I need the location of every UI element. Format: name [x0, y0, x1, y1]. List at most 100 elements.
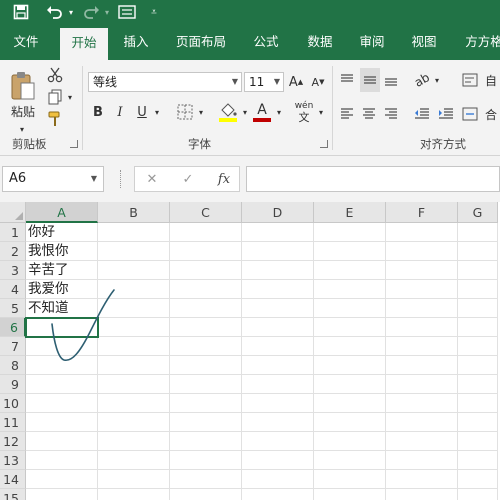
tab-home[interactable]: 开始	[60, 28, 108, 60]
cell-a7[interactable]	[26, 337, 98, 356]
cell-c4[interactable]	[170, 280, 242, 299]
tab-file[interactable]: 文件	[4, 24, 48, 60]
tab-view[interactable]: 视图	[402, 24, 446, 60]
column-header-c[interactable]: C	[170, 202, 242, 223]
tab-insert[interactable]: 插入	[114, 24, 158, 60]
cell-g7[interactable]	[458, 337, 498, 356]
row-header-3[interactable]: 3	[0, 261, 26, 280]
cell-c14[interactable]	[170, 470, 242, 489]
decrease-font-size-icon[interactable]: A ▼	[310, 72, 326, 92]
cell-b8[interactable]	[98, 356, 170, 375]
cell-e1[interactable]	[314, 223, 386, 242]
row-header-12[interactable]: 12	[0, 432, 26, 451]
fill-color-icon[interactable]	[218, 100, 238, 124]
cell-a2[interactable]: 我恨你	[26, 242, 98, 261]
cell-d4[interactable]	[242, 280, 314, 299]
row-header-14[interactable]: 14	[0, 470, 26, 489]
font-color-icon[interactable]: A	[252, 100, 272, 124]
row-header-5[interactable]: 5	[0, 299, 26, 318]
cell-c10[interactable]	[170, 394, 242, 413]
copy-dropdown-icon[interactable]: ▾	[66, 92, 74, 102]
cell-d2[interactable]	[242, 242, 314, 261]
align-top-icon[interactable]	[338, 70, 356, 90]
cell-g10[interactable]	[458, 394, 498, 413]
row-header-7[interactable]: 7	[0, 337, 26, 356]
phonetic-dropdown-icon[interactable]: ▾	[316, 102, 326, 122]
cell-a15[interactable]	[26, 489, 98, 500]
cell-d11[interactable]	[242, 413, 314, 432]
italic-icon[interactable]: I	[112, 102, 128, 122]
cell-f14[interactable]	[386, 470, 458, 489]
cell-g15[interactable]	[458, 489, 498, 500]
underline-icon[interactable]: U	[134, 102, 150, 122]
cell-a10[interactable]	[26, 394, 98, 413]
cell-a11[interactable]	[26, 413, 98, 432]
cell-c2[interactable]	[170, 242, 242, 261]
undo-icon[interactable]	[44, 2, 66, 22]
cell-e15[interactable]	[314, 489, 386, 500]
decrease-indent-icon[interactable]	[412, 104, 432, 124]
row-header-13[interactable]: 13	[0, 451, 26, 470]
cell-e9[interactable]	[314, 375, 386, 394]
cell-f5[interactable]	[386, 299, 458, 318]
cell-d13[interactable]	[242, 451, 314, 470]
cell-c13[interactable]	[170, 451, 242, 470]
cell-a5[interactable]: 不知道	[26, 299, 98, 318]
cell-b15[interactable]	[98, 489, 170, 500]
underline-dropdown-icon[interactable]: ▾	[152, 102, 162, 122]
cell-b10[interactable]	[98, 394, 170, 413]
cell-a6[interactable]	[25, 317, 99, 338]
format-painter-icon[interactable]	[46, 110, 64, 128]
align-center-icon[interactable]	[360, 104, 378, 124]
cell-g3[interactable]	[458, 261, 498, 280]
cell-g11[interactable]	[458, 413, 498, 432]
bold-icon[interactable]: B	[90, 102, 106, 122]
cell-d12[interactable]	[242, 432, 314, 451]
column-header-e[interactable]: E	[314, 202, 386, 223]
phonetic-guide-icon[interactable]: wén 文	[294, 100, 314, 124]
row-header-6[interactable]: 6	[0, 318, 26, 337]
cell-g9[interactable]	[458, 375, 498, 394]
align-middle-icon[interactable]	[360, 68, 380, 92]
row-header-10[interactable]: 10	[0, 394, 26, 413]
row-header-15[interactable]: 15	[0, 489, 26, 500]
cell-e4[interactable]	[314, 280, 386, 299]
cell-a13[interactable]	[26, 451, 98, 470]
paste-dropdown-icon[interactable]: ▾	[14, 124, 30, 134]
tab-more[interactable]: 方方格	[458, 24, 500, 60]
cell-c11[interactable]	[170, 413, 242, 432]
cell-f8[interactable]	[386, 356, 458, 375]
cell-f4[interactable]	[386, 280, 458, 299]
cell-b4[interactable]	[98, 280, 170, 299]
formula-input[interactable]	[246, 166, 500, 192]
insert-function-icon[interactable]: fx	[213, 169, 235, 189]
column-header-b[interactable]: B	[98, 202, 170, 223]
cell-d5[interactable]	[242, 299, 314, 318]
form-icon[interactable]	[116, 2, 138, 22]
cell-f7[interactable]	[386, 337, 458, 356]
orientation-dropdown-icon[interactable]: ▾	[432, 70, 442, 90]
cell-f1[interactable]	[386, 223, 458, 242]
font-size-select[interactable]: 11 ▼	[244, 72, 284, 92]
cell-d6[interactable]	[242, 318, 314, 337]
font-name-select[interactable]: 等线 ▼	[88, 72, 242, 92]
cell-b11[interactable]	[98, 413, 170, 432]
cell-g12[interactable]	[458, 432, 498, 451]
cell-a12[interactable]	[26, 432, 98, 451]
cell-b7[interactable]	[98, 337, 170, 356]
align-left-icon[interactable]	[338, 104, 356, 124]
cell-g4[interactable]	[458, 280, 498, 299]
cell-e12[interactable]	[314, 432, 386, 451]
fill-color-dropdown-icon[interactable]: ▾	[240, 102, 250, 122]
cell-a8[interactable]	[26, 356, 98, 375]
cell-f12[interactable]	[386, 432, 458, 451]
cell-e8[interactable]	[314, 356, 386, 375]
redo-icon[interactable]	[80, 2, 102, 22]
cell-f6[interactable]	[386, 318, 458, 337]
merge-label-icon[interactable]: 合	[484, 104, 498, 124]
font-color-dropdown-icon[interactable]: ▾	[274, 102, 284, 122]
cell-f11[interactable]	[386, 413, 458, 432]
cell-e3[interactable]	[314, 261, 386, 280]
customize-dropdown-icon[interactable]: ⩡	[148, 2, 160, 22]
cell-e14[interactable]	[314, 470, 386, 489]
